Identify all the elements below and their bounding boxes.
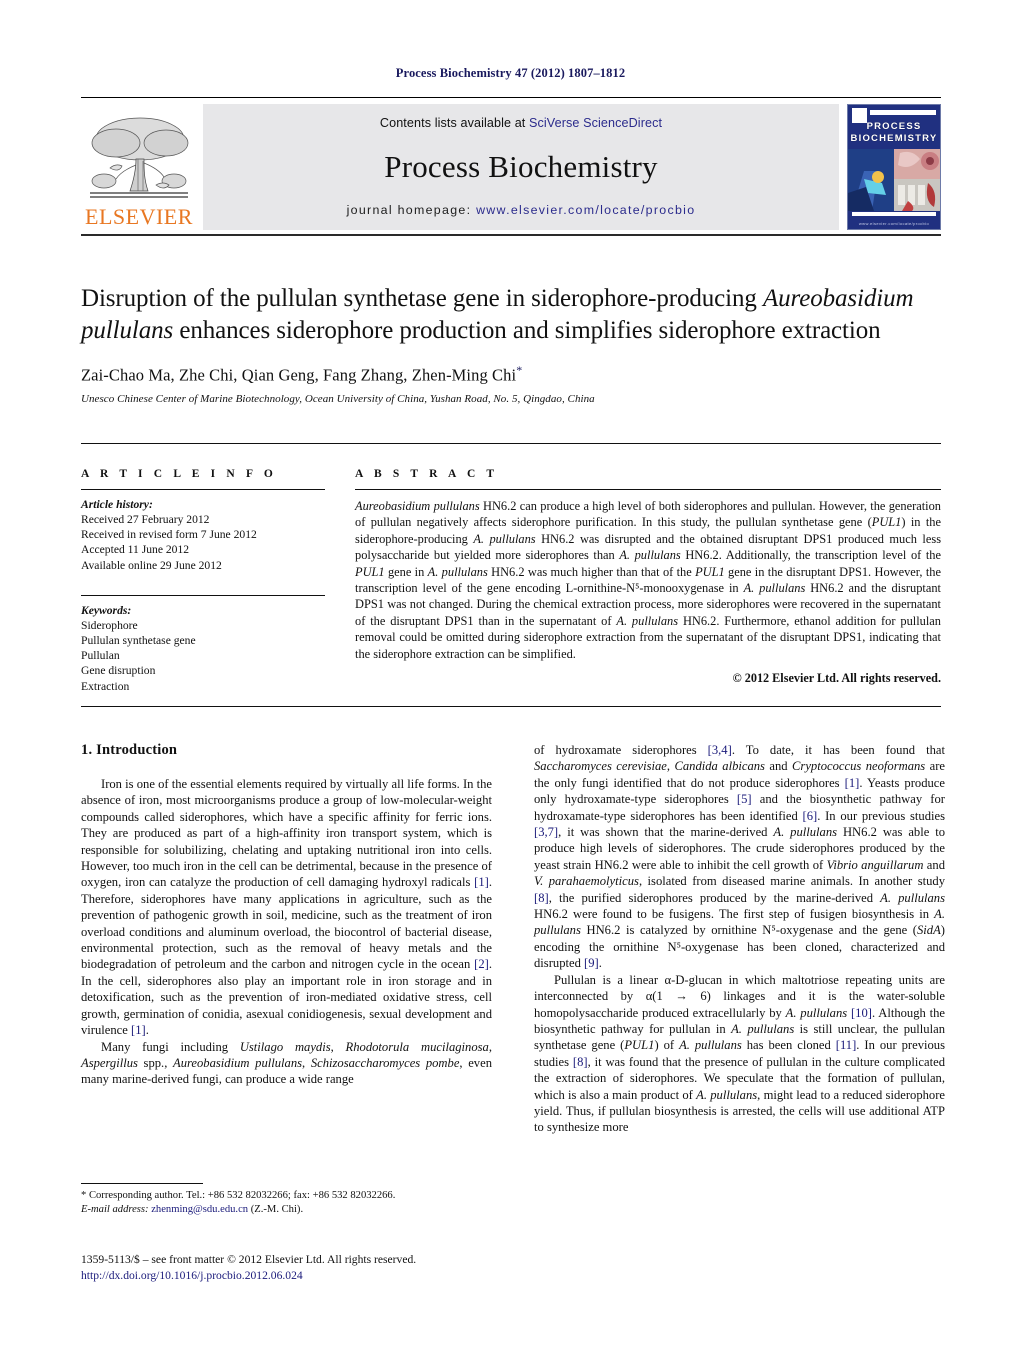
keywords-label: Keywords: — [81, 603, 132, 617]
citation-reference[interactable]: [8] — [534, 891, 549, 905]
page-title: Disruption of the pullulan synthetase ge… — [81, 283, 941, 347]
corresponding-author-marker[interactable]: * — [516, 363, 522, 377]
journal-homepage-line: journal homepage: www.elsevier.com/locat… — [347, 203, 696, 217]
citation-reference[interactable]: [6] — [803, 809, 818, 823]
author-list: Zai-Chao Ma, Zhe Chi, Qian Geng, Fang Zh… — [81, 363, 941, 386]
title-block: Disruption of the pullulan synthetase ge… — [81, 283, 941, 405]
title-line-1: Disruption of the pullulan synthetase ge… — [81, 285, 757, 312]
article-history-online: Available online 29 June 2012 — [81, 558, 222, 572]
abstract-bottom-rule — [81, 706, 941, 707]
elsevier-wordmark: ELSEVIER — [85, 204, 193, 229]
author-names: Zai-Chao Ma, Zhe Chi, Qian Geng, Fang Zh… — [81, 365, 517, 385]
article-history-received: Received 27 February 2012 — [81, 513, 210, 526]
body-paragraph: of hydroxamate siderophores [3,4]. To da… — [534, 743, 946, 971]
citation-reference[interactable]: [11] — [836, 1038, 857, 1052]
email-suffix: (Z.-M. Chi). — [248, 1204, 304, 1215]
keyword-item: Pullulan — [81, 649, 120, 663]
contents-list-line: Contents lists available at SciVerse Sci… — [380, 116, 662, 130]
imprint-block: 1359-5113/$ – see front matter © 2012 El… — [81, 1252, 541, 1283]
abstract-rule — [355, 489, 941, 490]
sciencedirect-link[interactable]: SciVerse ScienceDirect — [529, 116, 662, 130]
corresponding-author-footnote: * Corresponding author. Tel.: +86 532 82… — [81, 1183, 492, 1217]
email-link[interactable]: zhenming@sdu.edu.cn — [151, 1204, 248, 1215]
cover-top-bar — [870, 110, 936, 115]
affiliation: Unesco Chinese Center of Marine Biotechn… — [81, 392, 595, 405]
journal-article-page: Process Biochemistry 47 (2012) 1807–1812 — [0, 0, 1021, 1351]
article-info-column: A R T I C L E I N F O Article history: R… — [81, 468, 325, 694]
journal-cover-thumbnail[interactable]: PROCESS BIOCHEMISTRY www.elsevier.com/lo… — [847, 104, 941, 230]
imprint-line: 1359-5113/$ – see front matter © 2012 El… — [81, 1253, 417, 1266]
citation-reference[interactable]: [3,7] — [534, 825, 558, 839]
article-history-revised: Received in revised form 7 June 2012 — [81, 528, 257, 542]
doi-link[interactable]: http://dx.doi.org/10.1016/j.procbio.2012… — [81, 1268, 541, 1284]
copyright-line: © 2012 Elsevier Ltd. All rights reserved… — [732, 671, 941, 686]
citation-reference[interactable]: [3,4] — [708, 743, 732, 757]
homepage-prefix: journal homepage: — [346, 203, 477, 217]
cover-photo-collage — [848, 149, 940, 211]
citation-reference[interactable]: [9] — [584, 956, 599, 970]
masthead-top-rule — [81, 97, 941, 98]
body-paragraph: Pullulan is a linear α-D-glucan in which… — [534, 972, 946, 1135]
journal-title-band: Contents lists available at SciVerse Sci… — [203, 104, 839, 230]
elsevier-logo: ELSEVIER — [81, 104, 197, 230]
cover-title-line1: PROCESS — [866, 121, 922, 132]
section-heading-introduction: 1. Introduction — [81, 742, 178, 758]
footnote-rule — [81, 1183, 203, 1184]
citation-reference[interactable]: [1] — [131, 1023, 146, 1037]
keyword-item: Siderophore — [81, 618, 138, 632]
email-line: E-mail address: zhenming@sdu.edu.cn (Z.-… — [81, 1203, 492, 1217]
corresponding-author-line: * Corresponding author. Tel.: +86 532 82… — [81, 1190, 396, 1201]
article-history-accepted: Accepted 11 June 2012 — [81, 543, 190, 557]
journal-homepage-link[interactable]: www.elsevier.com/locate/procbio — [476, 203, 695, 217]
title-line-3: siderophore extraction — [658, 317, 881, 344]
citation-reference[interactable]: [1] — [474, 875, 489, 889]
article-history-label: Article history: — [81, 498, 153, 511]
email-label: E-mail address: — [81, 1204, 149, 1215]
cover-title: PROCESS BIOCHEMISTRY — [848, 121, 940, 145]
cover-footer-url: www.elsevier.com/locate/procbio — [858, 221, 930, 226]
citation-reference[interactable]: [10] — [851, 1006, 872, 1020]
journal-name: Process Biochemistry — [384, 149, 658, 184]
masthead-bottom-rule — [81, 234, 941, 236]
cover-bottom-bar — [852, 212, 936, 216]
running-head: Process Biochemistry 47 (2012) 1807–1812 — [395, 66, 626, 80]
title-line-2-rest: enhances siderophore production and simp… — [173, 317, 653, 344]
citation-reference[interactable]: [2] — [474, 957, 489, 971]
body-column-right: of hydroxamate siderophores [3,4]. To da… — [534, 742, 945, 1136]
contents-prefix: Contents lists available at — [379, 116, 529, 130]
body-columns: 1. Introduction Iron is one of the essen… — [81, 742, 946, 1136]
article-info-rule — [81, 489, 325, 490]
cover-elsevier-mark-icon — [852, 108, 867, 123]
body-paragraph: Many fungi including Ustilago maydis, Rh… — [81, 1039, 492, 1087]
citation-reference[interactable]: [1] — [845, 776, 860, 790]
body-paragraph: Iron is one of the essential elements re… — [81, 777, 492, 1038]
cover-title-line2: BIOCHEMISTRY — [850, 133, 938, 144]
article-info-heading: A R T I C L E I N F O — [81, 468, 277, 480]
citation-reference[interactable]: [8] — [573, 1055, 588, 1069]
info-abstract-area: A R T I C L E I N F O Article history: R… — [81, 468, 941, 694]
keyword-item: Pullulan synthetase gene — [81, 634, 196, 648]
citation-reference[interactable]: [5] — [737, 792, 752, 806]
body-column-left: 1. Introduction Iron is one of the essen… — [81, 742, 492, 1136]
keywords-rule — [81, 594, 325, 596]
abstract-column: A B S T R A C T Aureobasidium pullulans … — [325, 468, 941, 694]
keyword-item: Gene disruption — [81, 664, 156, 678]
keyword-item: Extraction — [81, 679, 130, 693]
journal-masthead: ELSEVIER Contents lists available at Sci… — [81, 97, 941, 236]
abstract-text: Aureobasidium pullulans HN6.2 can produc… — [355, 499, 942, 661]
keywords-block: Keywords: Siderophore Pullulan synthetas… — [81, 594, 325, 694]
abstract-heading: A B S T R A C T — [355, 468, 499, 480]
elsevier-tree-icon — [86, 113, 192, 205]
info-top-rule — [81, 443, 941, 444]
